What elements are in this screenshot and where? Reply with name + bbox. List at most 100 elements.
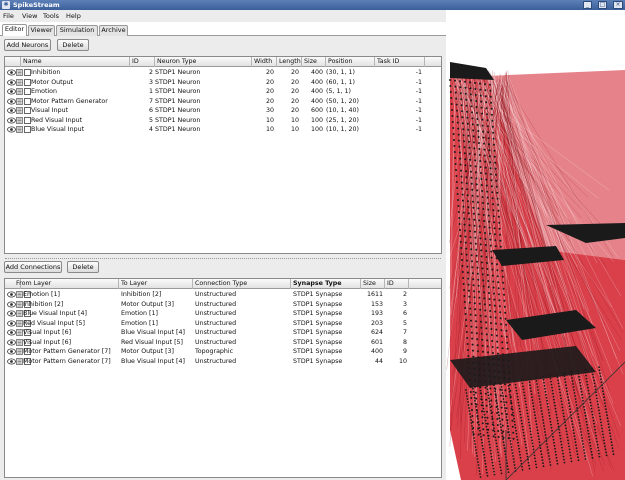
eye-icon[interactable]	[7, 88, 16, 95]
table-row[interactable]: Red Visual Input [5] Emotion [1] Unstructu…	[5, 319, 441, 329]
eye-icon[interactable]	[7, 107, 16, 114]
table-row[interactable]: Motor Pattern Generator [7] Motor Output …	[5, 347, 441, 357]
column-to-layer[interactable]: To Layer	[119, 279, 193, 289]
row-checkbox[interactable]	[24, 78, 31, 86]
eye-icon[interactable]	[7, 301, 16, 308]
delete-connections-button[interactable]: Delete	[67, 261, 99, 273]
row-checkbox[interactable]	[24, 107, 31, 114]
row-checkbox[interactable]	[24, 69, 31, 76]
table-row[interactable]: Visual Input [6] Blue Visual Input [4] Uns…	[5, 328, 441, 338]
column-position[interactable]: Position	[326, 57, 375, 67]
minimize-icon[interactable]: _	[583, 1, 592, 9]
parameters-icon[interactable]	[16, 78, 23, 86]
parameters-icon[interactable]	[16, 357, 23, 365]
cell-task-id: -1	[415, 69, 422, 76]
column-size[interactable]: Size	[302, 57, 326, 67]
parameters-icon[interactable]	[16, 310, 23, 317]
menu-bar: File View Tools Help	[0, 10, 446, 22]
parameters-icon[interactable]	[16, 338, 23, 346]
column-neuron-type[interactable]: Neuron Type	[155, 57, 252, 67]
table-row[interactable]: Motor Pattern Generator [7] Blue Visual I…	[5, 357, 441, 367]
eye-icon[interactable]	[7, 320, 16, 327]
row-checkbox[interactable]	[24, 116, 31, 124]
menu-help[interactable]: Help	[66, 12, 81, 20]
parameters-icon[interactable]	[16, 107, 23, 114]
menu-view[interactable]: View	[22, 12, 37, 20]
cell-width: 10	[265, 126, 274, 133]
maximize-icon[interactable]: □	[598, 1, 607, 9]
eye-icon[interactable]	[7, 98, 16, 105]
cell-from-layer: Blue Visual Input [4]	[23, 310, 87, 317]
eye-icon[interactable]	[7, 348, 16, 355]
cell-id: 3	[402, 300, 407, 308]
table-row[interactable]: Red Visual Input 5 STDP1 Neuron 10 10 100 (25,…	[5, 116, 441, 126]
column-length[interactable]: Length	[277, 57, 302, 67]
cell-task-id: -1	[415, 126, 422, 133]
cell-neuron-type: STDP1 Neuron	[155, 78, 201, 86]
parameters-icon[interactable]	[16, 116, 23, 124]
parameters-icon[interactable]	[16, 348, 23, 355]
add-neurons-button[interactable]: Add Neurons	[4, 39, 51, 51]
table-row[interactable]: Motor Pattern Generator 7 STDP1 Neuron 20 20…	[5, 97, 441, 107]
column-size[interactable]: Size	[361, 279, 385, 289]
menu-tools[interactable]: Tools	[43, 12, 59, 20]
eye-icon[interactable]	[7, 69, 16, 76]
parameters-icon[interactable]	[16, 126, 23, 133]
table-row[interactable]: Inhibition [2] Motor Output [3] Unstructur…	[5, 300, 441, 310]
eye-icon[interactable]	[7, 117, 16, 124]
table-row[interactable]: Emotion 1 STDP1 Neuron 20 20 400 (5, 1, 1) -1	[5, 87, 441, 97]
cell-length: 20	[290, 88, 299, 95]
network-3d-viewport[interactable]	[446, 10, 625, 480]
row-checkbox[interactable]	[24, 88, 31, 95]
column-id[interactable]: ID	[385, 279, 409, 289]
cell-name: Inhibition	[31, 69, 61, 76]
cell-size: 400	[310, 97, 323, 105]
parameters-icon[interactable]	[16, 291, 23, 298]
table-row[interactable]: Visual Input [6] Red Visual Input [5] Unst…	[5, 338, 441, 348]
delete-neurons-button[interactable]: Delete	[57, 39, 89, 51]
column-id[interactable]: ID	[130, 57, 155, 67]
table-row[interactable]: Blue Visual Input 4 STDP1 Neuron 10 10 100 (10…	[5, 125, 441, 135]
column-name[interactable]: Name	[21, 57, 130, 67]
cell-task-id: -1	[415, 107, 422, 114]
parameters-icon[interactable]	[16, 300, 23, 308]
cell-connection-type: Unstructured	[195, 357, 237, 365]
eye-icon[interactable]	[7, 339, 16, 346]
cell-neuron-type: STDP1 Neuron	[155, 126, 201, 133]
column-synapse-type[interactable]: Synapse Type	[291, 279, 361, 289]
menu-file[interactable]: File	[3, 12, 14, 20]
eye-icon[interactable]	[7, 329, 16, 336]
parameters-icon[interactable]	[16, 69, 23, 76]
table-row[interactable]: Blue Visual Input [4] Emotion [1] Unstruct…	[5, 309, 441, 319]
row-checkbox[interactable]	[24, 126, 31, 133]
app-icon[interactable]: ✱	[2, 1, 10, 9]
table-row[interactable]: Inhibition 2 STDP1 Neuron 20 20 400 (30, 1, 1)…	[5, 68, 441, 78]
tab-archive[interactable]: Archive	[99, 25, 128, 36]
parameters-icon[interactable]	[16, 319, 23, 327]
cell-to-layer: Blue Visual Input [4]	[121, 329, 185, 336]
eye-icon[interactable]	[7, 358, 16, 365]
tab-simulation[interactable]: Simulation	[56, 25, 98, 36]
table-row[interactable]: Motor Output 3 STDP1 Neuron 20 20 400 (60, 1, …	[5, 78, 441, 88]
eye-icon[interactable]	[7, 126, 16, 133]
column-width[interactable]: Width	[252, 57, 277, 67]
column-from-layer[interactable]: From Layer	[14, 279, 119, 289]
cell-synapse-type: STDP1 Synapse	[293, 319, 343, 327]
parameters-icon[interactable]	[16, 88, 23, 95]
tab-viewer[interactable]: Viewer	[28, 25, 55, 36]
row-checkbox[interactable]	[24, 97, 31, 105]
column-task-id[interactable]: Task ID	[375, 57, 425, 67]
parameters-icon[interactable]	[16, 97, 23, 105]
table-row[interactable]: Visual Input 6 STDP1 Neuron 30 20 600 (10, 1, …	[5, 106, 441, 116]
cell-width: 20	[265, 69, 274, 76]
editor-panel: Add Neurons Delete Name ID Neuron Type W…	[0, 36, 446, 480]
add-connections-button[interactable]: Add Connections	[4, 261, 62, 273]
eye-icon[interactable]	[7, 291, 16, 298]
column-connection-type[interactable]: Connection Type	[193, 279, 291, 289]
table-row[interactable]: Emotion [1] Inhibition [2] Unstructured STD…	[5, 290, 441, 300]
close-icon[interactable]: ×	[613, 1, 623, 9]
parameters-icon[interactable]	[16, 329, 23, 336]
network-visualization[interactable]	[446, 10, 625, 480]
eye-icon[interactable]	[7, 79, 16, 86]
eye-icon[interactable]	[7, 310, 16, 317]
